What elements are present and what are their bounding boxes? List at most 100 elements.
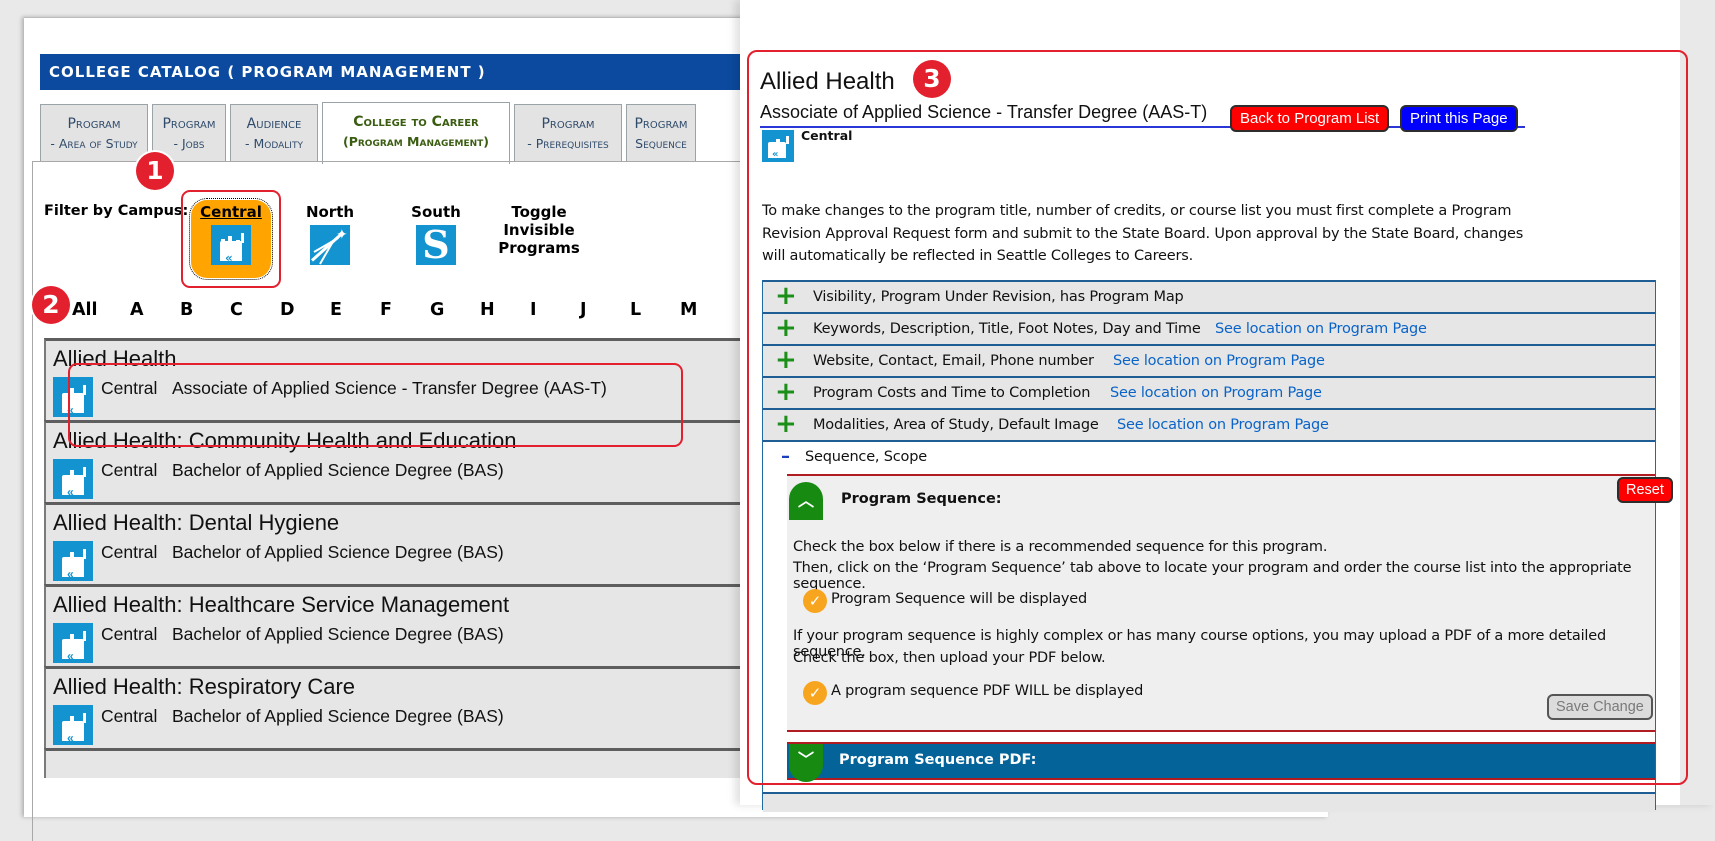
letter-filter-b[interactable]: B: [180, 300, 230, 320]
expand-plus-icon: +: [775, 313, 797, 343]
program-campus: Central: [101, 706, 158, 726]
program-campus: Central: [101, 542, 158, 562]
letter-filter-l[interactable]: L: [630, 300, 680, 320]
program-title: Allied Health: [760, 68, 895, 95]
see-location-link[interactable]: See location on Program Page: [1215, 314, 1427, 344]
step-badge-3: 3: [913, 60, 951, 98]
page-background: [1680, 0, 1715, 805]
toggle-label-line1: Toggle: [511, 203, 567, 221]
instruction-text: Then, click on the ‘Program Sequence’ ta…: [793, 560, 1632, 592]
tab-program-area-of-study[interactable]: Program - Area of Study: [40, 104, 148, 162]
central-campus-logo-icon: «: [762, 130, 794, 162]
accordion-label: Program Costs and Time to Completion: [813, 385, 1091, 401]
letter-filter-all[interactable]: All: [72, 300, 130, 320]
see-location-link[interactable]: See location on Program Page: [1117, 410, 1329, 440]
program-name: Allied Health: Healthcare Service Manage…: [53, 592, 510, 617]
central-campus-logo-icon: «: [53, 705, 93, 745]
campus-filter-central-highlight: Central «: [181, 190, 281, 288]
accordion-program-costs[interactable]: + Program Costs and Time to Completion S…: [763, 376, 1655, 408]
step-badge-2: 2: [32, 286, 70, 324]
tab-program-prerequisites[interactable]: Program - Prerequisites: [514, 104, 622, 162]
accordion-label: Keywords, Description, Title, Foot Notes…: [813, 321, 1201, 337]
central-campus-logo-icon: «: [53, 377, 93, 417]
program-list-item[interactable]: Allied Health « Central Associate of App…: [44, 338, 764, 420]
accordion-modalities[interactable]: + Modalities, Area of Study, Default Ima…: [763, 408, 1655, 440]
checkbox-label: Program Sequence will be displayed: [831, 591, 1088, 607]
collapse-chevron-up-icon[interactable]: ︿: [789, 482, 823, 520]
program-degree: Associate of Applied Science - Transfer …: [172, 378, 607, 398]
tab-audience-modality[interactable]: Audience - Modality: [230, 104, 318, 162]
back-to-program-list-button[interactable]: Back to Program List: [1230, 105, 1390, 132]
letter-filter-i[interactable]: I: [530, 300, 580, 320]
program-list-item[interactable]: Allied Health: Healthcare Service Manage…: [44, 584, 764, 666]
campus-name: Central: [200, 203, 262, 221]
accordion-next-partial[interactable]: [763, 792, 1655, 812]
accordion-visibility[interactable]: + Visibility, Program Under Revision, ha…: [763, 280, 1655, 312]
reset-button[interactable]: Reset: [1617, 477, 1673, 503]
tab-program-sequence[interactable]: Program Sequence: [626, 104, 696, 162]
letter-filter-d[interactable]: D: [280, 300, 330, 320]
program-sequence-title: Program Sequence:: [841, 491, 1002, 507]
letter-filter-c[interactable]: C: [230, 300, 280, 320]
checkbox-label: A program sequence PDF WILL be displayed: [831, 683, 1144, 699]
program-sequence-pdf-title: Program Sequence PDF:: [839, 752, 1037, 768]
program-campus: Central: [101, 460, 158, 480]
letter-filter-g[interactable]: G: [430, 300, 480, 320]
program-list-item-partial[interactable]: [44, 748, 764, 778]
program-list-item[interactable]: Allied Health: Community Health and Educ…: [44, 420, 764, 502]
campus-filter-south[interactable]: South S: [406, 203, 466, 265]
program-sequence-pdf-header[interactable]: ﹀ Program Sequence PDF:: [787, 742, 1655, 782]
save-change-button[interactable]: Save Change: [1547, 694, 1653, 720]
expand-plus-icon: +: [775, 409, 797, 439]
accordion-label: Website, Contact, Email, Phone number: [813, 353, 1094, 369]
program-degree: Bachelor of Applied Science Degree (BAS): [172, 624, 504, 644]
instruction-text: Check the box below if there is a recomm…: [793, 539, 1328, 555]
expand-plus-icon: +: [775, 377, 797, 407]
campus-name: North: [305, 203, 355, 221]
expand-chevron-down-icon[interactable]: ﹀: [789, 744, 823, 782]
tab-bar: Program - Area of Study Program - Jobs A…: [40, 102, 696, 164]
campus-filter-central[interactable]: Central «: [189, 198, 273, 280]
tab-label-line1: Program: [541, 116, 595, 132]
accordion-sequence-scope[interactable]: – Sequence, Scope: [763, 440, 1655, 473]
alphabet-filter: All A B C D E F G H I J L M: [72, 300, 730, 320]
program-list-item[interactable]: Allied Health: Dental Hygiene « Central …: [44, 502, 764, 584]
program-sequence-panel: ︿ Program Sequence: Reset Check the box …: [787, 474, 1673, 732]
tab-label-line1: Program: [634, 116, 688, 132]
letter-filter-m[interactable]: M: [680, 300, 730, 320]
toggle-invisible-programs[interactable]: Toggle Invisible Programs: [494, 203, 584, 257]
instruction-text: Check the box, then upload your PDF belo…: [793, 650, 1106, 666]
letter-filter-j[interactable]: J: [580, 300, 630, 320]
tab-label-line2: (Program Management): [343, 134, 489, 149]
see-location-link[interactable]: See location on Program Page: [1110, 378, 1322, 408]
central-campus-logo-icon: «: [211, 225, 251, 265]
page-header: COLLEGE CATALOG ( PROGRAM MANAGEMENT ): [40, 54, 740, 90]
program-campus: Central: [101, 624, 158, 644]
letter-filter-e[interactable]: E: [330, 300, 380, 320]
tab-label-line2: - Area of Study: [50, 136, 138, 151]
sequence-displayed-checkbox[interactable]: ✓: [803, 589, 827, 613]
accordion-label: Modalities, Area of Study, Default Image: [813, 417, 1099, 433]
program-list-item[interactable]: Allied Health: Respiratory Care « Centra…: [44, 666, 764, 748]
program-name: Allied Health: [53, 346, 177, 371]
campus-filter-north[interactable]: North ✦: [300, 203, 360, 265]
letter-filter-h[interactable]: H: [480, 300, 530, 320]
revision-notice: To make changes to the program title, nu…: [762, 203, 1524, 264]
tab-college-to-career[interactable]: College to Career (Program Management): [322, 102, 510, 164]
program-degree: Bachelor of Applied Science Degree (BAS): [172, 460, 504, 480]
step-badge-1: 1: [136, 152, 174, 190]
letter-filter-a[interactable]: A: [130, 300, 180, 320]
program-name: Allied Health: Dental Hygiene: [53, 510, 340, 535]
pdf-displayed-checkbox[interactable]: ✓: [803, 681, 827, 705]
program-degree: Bachelor of Applied Science Degree (BAS): [172, 706, 504, 726]
tab-label-line2: Sequence: [635, 136, 687, 151]
central-campus-logo-icon: «: [53, 623, 93, 663]
letter-filter-f[interactable]: F: [380, 300, 430, 320]
accordion-website-contact[interactable]: + Website, Contact, Email, Phone number …: [763, 344, 1655, 376]
accordion-keywords[interactable]: + Keywords, Description, Title, Foot Not…: [763, 312, 1655, 344]
print-page-button[interactable]: Print this Page: [1400, 105, 1518, 132]
tab-label-line1: Audience: [246, 116, 302, 132]
tab-label-line1: Program: [67, 116, 121, 132]
tab-label-line2: - Modality: [245, 136, 303, 151]
see-location-link[interactable]: See location on Program Page: [1113, 346, 1325, 376]
